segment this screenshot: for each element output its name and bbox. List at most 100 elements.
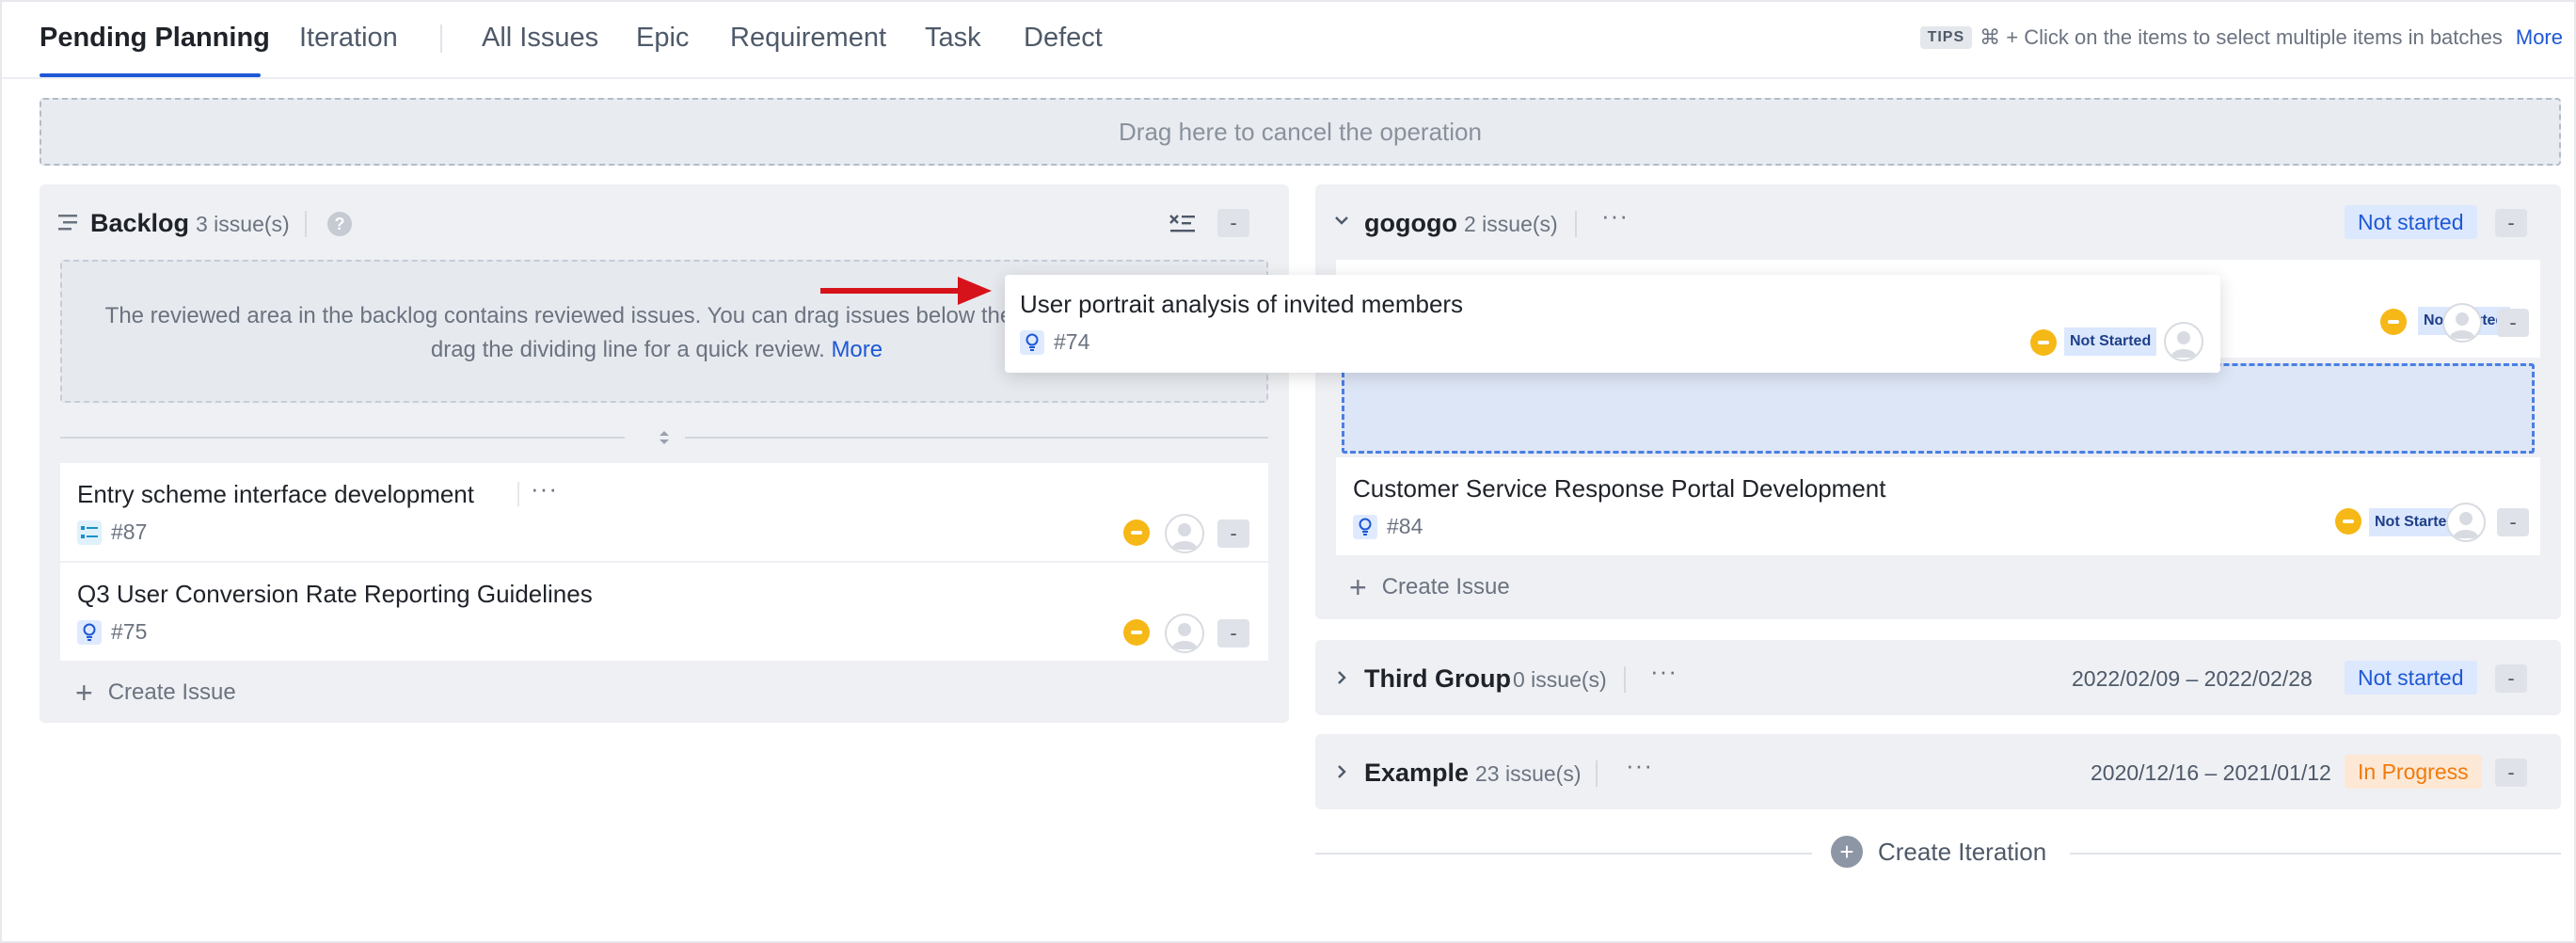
iteration-action-button[interactable]: - [2495,664,2527,693]
assignee-avatar [2164,322,2203,361]
backlog-create-issue-button[interactable]: + Create Issue [75,678,236,708]
tab-iteration[interactable]: Iteration [299,23,398,54]
dragging-issue-card[interactable]: User portrait analysis of invited member… [1005,275,2220,373]
more-options-icon[interactable]: ··· [1650,659,1678,683]
issue-id: #84 [1387,514,1423,538]
header-divider [1624,666,1626,693]
iteration-date-range: 2020/12/16 – 2021/01/12 [2091,760,2331,785]
reviewed-area-more-link[interactable]: More [831,337,883,362]
iteration-panel-third-group: Third Group 0 issue(s) ··· 2022/02/09 – … [1315,640,2561,715]
issue-status-badge: Not Started [2064,328,2157,356]
assignee-avatar[interactable] [1165,514,1204,553]
assignee-avatar[interactable] [1165,614,1204,653]
issue-id-row: #74 [1020,329,1089,355]
iteration-panel-gogogo: gogogo 2 issue(s) ··· Not started - Not … [1315,184,2561,619]
priority-medium-icon [2030,329,2057,356]
active-tab-indicator [40,73,261,77]
iteration-name[interactable]: gogogo [1364,209,1457,238]
tab-task[interactable]: Task [925,23,981,54]
review-dividing-line-left [60,437,625,439]
priority-medium-icon[interactable] [2380,309,2407,335]
create-iteration-button[interactable]: + Create Iteration [1831,836,2046,868]
cancel-drop-zone-label: Drag here to cancel the operation [1119,117,1482,146]
backlog-issue-card[interactable]: Q3 User Conversion Rate Reporting Guidel… [60,563,1268,661]
issue-id-row: #84 [1353,514,1423,539]
annotation-arrow-icon [820,277,992,305]
priority-medium-icon[interactable] [1123,519,1150,546]
assignee-avatar[interactable] [2442,303,2482,343]
requirement-icon [1020,329,1044,355]
assignee-avatar[interactable] [2446,503,2486,542]
priority-medium-icon[interactable] [2335,508,2361,535]
header-divider [1596,760,1598,787]
drop-target-placeholder[interactable] [1342,363,2535,454]
priority-medium-icon[interactable] [1123,619,1150,646]
tips-bar: TIPS ⌘ + Click on the items to select mu… [1919,25,2563,50]
create-issue-label: Create Issue [1381,574,1510,599]
iteration-status-badge[interactable]: Not started [2345,661,2477,695]
iteration-issue-count: 0 issue(s) [1513,667,1607,692]
issue-id: #75 [111,619,148,644]
more-options-icon[interactable]: ··· [1626,753,1653,777]
issue-action-button[interactable]: - [1217,619,1249,647]
iteration-name[interactable]: Third Group [1364,664,1511,694]
iteration-issue-count: 2 issue(s) [1464,212,1558,236]
cancel-drop-zone[interactable]: Drag here to cancel the operation [40,98,2561,166]
tab-all-issues[interactable]: All Issues [482,23,598,54]
chevron-right-icon[interactable] [1332,762,1351,781]
header-divider [305,211,307,237]
backlog-collapse-button[interactable]: - [1217,209,1249,237]
iteration-status-badge[interactable]: In Progress [2345,755,2482,789]
chevron-right-icon[interactable] [1332,668,1351,687]
issue-id-row: #75 [77,619,147,645]
dragging-issue-title: User portrait analysis of invited member… [1020,290,1464,318]
create-iteration-line-left [1315,853,1812,855]
tab-pending-planning[interactable]: Pending Planning [40,23,270,54]
iteration-create-issue-button[interactable]: + Create Issue [1349,572,1510,602]
list-indent-icon [58,215,77,231]
help-icon[interactable]: ? [327,212,352,236]
top-tab-bar: Pending Planning Iteration All Issues Ep… [0,0,2576,79]
issue-id: #74 [1054,329,1090,354]
issue-action-button[interactable]: - [2497,309,2529,337]
tab-divider [440,24,442,53]
iteration-status-badge[interactable]: Not started [2345,205,2477,239]
create-iteration-line-right [2070,853,2561,855]
tab-defect[interactable]: Defect [1024,23,1103,54]
plus-circle-icon: + [1831,836,1863,868]
issue-id: #87 [111,519,148,544]
iteration-date-range: 2022/02/09 – 2022/02/28 [2072,666,2313,691]
create-iteration-label: Create Iteration [1878,837,2047,866]
dividing-line-drag-icon[interactable] [657,428,672,447]
plus-icon: + [75,676,93,710]
tab-epic[interactable]: Epic [636,23,689,54]
chevron-down-icon[interactable] [1332,211,1351,230]
issue-title[interactable]: Q3 User Conversion Rate Reporting Guidel… [77,580,593,609]
tab-requirement[interactable]: Requirement [730,23,886,54]
create-issue-label: Create Issue [107,679,236,705]
issue-title[interactable]: Entry scheme interface development [77,480,474,509]
more-options-icon[interactable]: ··· [531,476,558,501]
backlog-issue-count: 3 issue(s) [196,212,290,236]
issue-title[interactable]: Customer Service Response Portal Develop… [1353,474,1885,503]
iteration-issue-count: 23 issue(s) [1475,761,1582,786]
backlog-panel: Backlog 3 issue(s) ? - The reviewed area… [40,184,1289,723]
header-divider [1575,211,1577,237]
iteration-issue-card[interactable]: Customer Service Response Portal Develop… [1336,457,2540,555]
plus-icon: + [1349,570,1367,604]
iteration-panel-example: Example 23 issue(s) ··· 2020/12/16 – 202… [1315,734,2561,809]
more-options-icon[interactable]: ··· [1601,203,1629,228]
iteration-name[interactable]: Example [1364,759,1469,788]
backlog-issue-card[interactable]: Entry scheme interface development ··· #… [60,463,1268,561]
filter-sort-icon[interactable] [1169,213,1197,235]
title-divider [517,482,519,506]
tips-more-link[interactable]: More [2516,25,2563,50]
issue-action-button[interactable]: - [2497,508,2529,536]
iteration-action-button[interactable]: - [2495,759,2527,787]
review-dividing-line-right [685,437,1268,439]
iteration-action-button[interactable]: - [2495,209,2527,237]
requirement-icon [77,619,102,645]
tips-text: ⌘ + Click on the items to select multipl… [1980,25,2503,49]
task-icon [77,519,102,545]
issue-action-button[interactable]: - [1217,519,1249,548]
